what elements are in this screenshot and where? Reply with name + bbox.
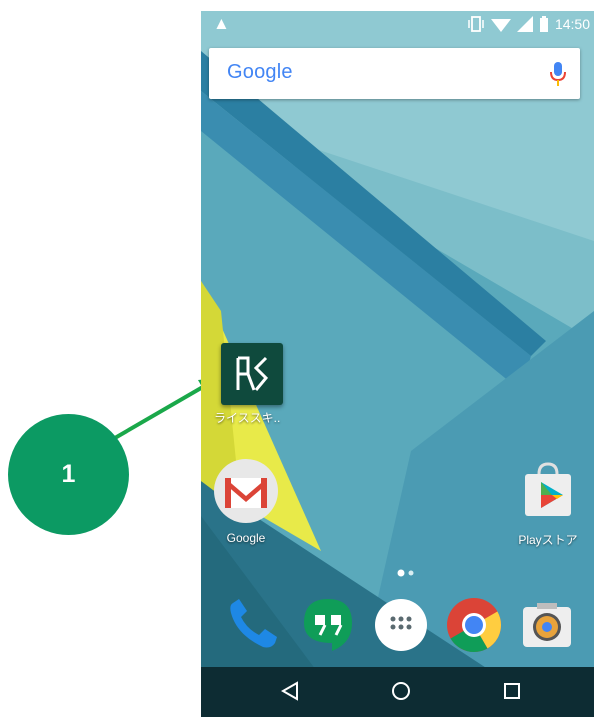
page-indicator <box>397 569 414 577</box>
chrome-icon[interactable] <box>444 595 504 655</box>
gmail-folder-icon <box>214 459 278 523</box>
phone-screen: ▲ 14:50 Google ライススキ.. Google Playストア <box>201 11 594 717</box>
camera-icon[interactable] <box>517 595 577 655</box>
vibrate-icon <box>468 16 484 32</box>
battery-icon <box>539 16 548 32</box>
navigation-bar <box>201 667 594 717</box>
hangouts-icon[interactable] <box>298 595 358 655</box>
mic-icon[interactable] <box>548 61 568 87</box>
app-folder-google[interactable]: Google <box>211 458 281 545</box>
callout-number: 1 <box>61 460 76 488</box>
callout-badge: 1 <box>8 414 129 535</box>
warning-icon: ▲ <box>213 14 230 33</box>
app-label: ライススキ.. <box>214 411 281 425</box>
back-icon[interactable] <box>279 680 301 702</box>
play-store-icon <box>525 462 571 516</box>
app-label: Google <box>226 531 266 545</box>
status-bar: ▲ 14:50 <box>201 11 594 41</box>
signal-icon <box>516 16 533 32</box>
google-logo: Google <box>227 61 293 83</box>
home-icon[interactable] <box>390 680 412 702</box>
app-rice-skin[interactable]: ライススキ.. <box>214 343 294 426</box>
app-play-store[interactable]: Playストア <box>508 458 588 548</box>
app-drawer-icon[interactable] <box>371 595 431 655</box>
app-label: Playストア <box>518 533 578 547</box>
recents-icon[interactable] <box>501 680 523 702</box>
rice-skin-app-icon <box>221 343 283 405</box>
google-search-bar[interactable]: Google <box>209 48 580 99</box>
phone-icon[interactable] <box>223 595 283 655</box>
clock: 14:50 <box>554 16 590 32</box>
dock <box>201 595 594 669</box>
wifi-icon <box>490 19 511 32</box>
